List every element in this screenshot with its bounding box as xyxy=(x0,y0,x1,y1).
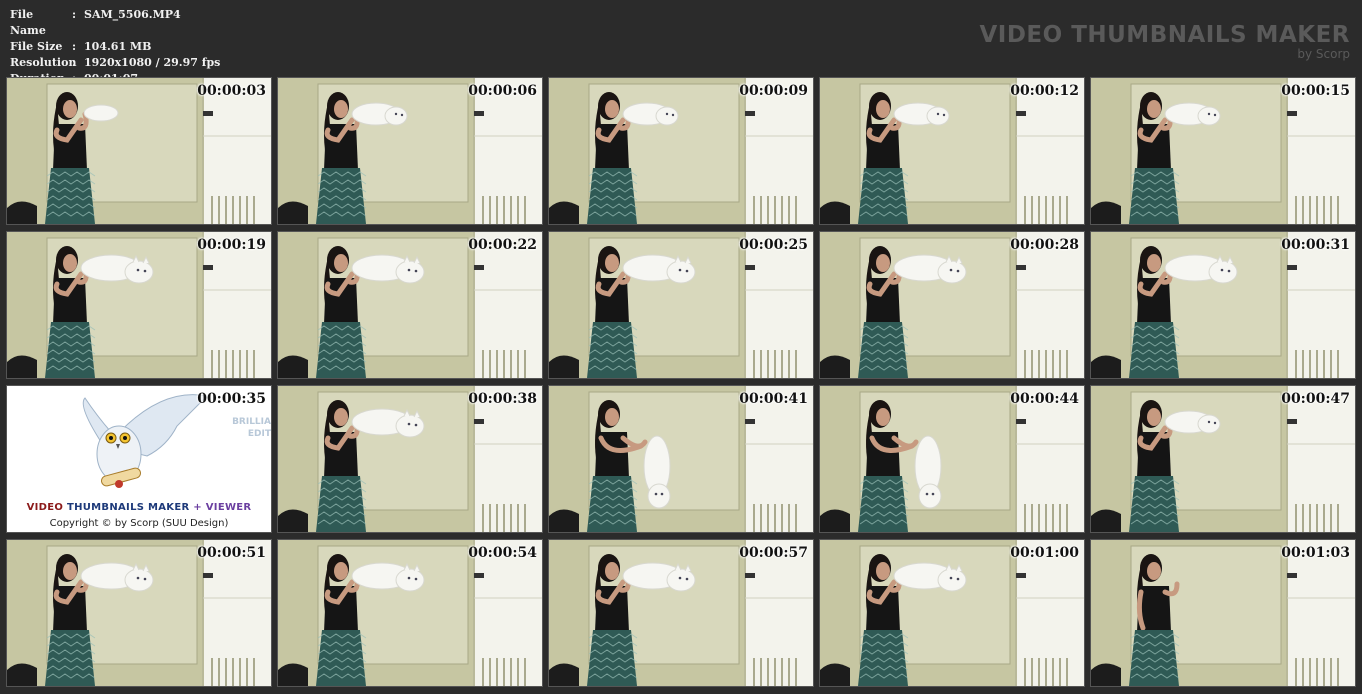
video-frame xyxy=(7,540,271,686)
timestamp: 00:01:03 xyxy=(1281,545,1350,561)
timestamp: 00:00:12 xyxy=(1010,83,1079,99)
brand-watermark: VIDEO THUMBNAILS MAKER by Scorp xyxy=(979,22,1350,60)
logo-side-line-1: BRILLIA xyxy=(232,417,271,427)
thumbnail-9[interactable]: 00:00:28 xyxy=(819,231,1085,379)
timestamp: 00:00:47 xyxy=(1281,391,1350,407)
timestamp: 00:00:15 xyxy=(1281,83,1350,99)
thumbnail-8[interactable]: 00:00:25 xyxy=(548,231,814,379)
thumbnail-1[interactable]: 00:00:03 xyxy=(6,77,272,225)
video-frame xyxy=(549,232,813,378)
timestamp: 00:00:06 xyxy=(468,83,537,99)
thumbnail-17[interactable]: 00:00:54 xyxy=(277,539,543,687)
timestamp: 00:00:22 xyxy=(468,237,537,253)
video-frame xyxy=(820,78,1084,224)
logo-title-part-2: THUMBNAILS MAKER xyxy=(66,502,190,513)
thumbnail-grid: 00:00:03 00:00:06 00:00:09 00:00:12 00:00:15… xyxy=(6,77,1356,687)
thumbnail-12[interactable]: 00:00:38 xyxy=(277,385,543,533)
resolution-key: Resolution xyxy=(10,56,77,69)
timestamp: 00:00:09 xyxy=(739,83,808,99)
video-frame xyxy=(7,232,271,378)
timestamp: 00:00:03 xyxy=(197,83,266,99)
video-frame xyxy=(549,78,813,224)
timestamp: 00:00:38 xyxy=(468,391,537,407)
logo-title-part-1: VIDEO xyxy=(26,502,64,513)
file-size-value: 104.61 MB xyxy=(84,40,152,53)
video-frame xyxy=(820,540,1084,686)
thumbnail-20[interactable]: 00:01:03 xyxy=(1090,539,1356,687)
file-size-key: File Size xyxy=(10,40,63,53)
timestamp: 00:00:35 xyxy=(197,391,266,407)
logo-title-part-3: + VIEWER xyxy=(193,502,252,513)
file-name-row: File Name : SAM_5506.MP4 xyxy=(10,7,220,39)
thumbnail-5[interactable]: 00:00:15 xyxy=(1090,77,1356,225)
thumbnail-15[interactable]: 00:00:47 xyxy=(1090,385,1356,533)
thumbnail-11[interactable]: BRILLIA EDIT VIDEO THUMBNAILS MAKER + VIEW… xyxy=(6,385,272,533)
resolution-value: 1920x1080 / 29.97 fps xyxy=(84,56,221,69)
timestamp: 00:00:19 xyxy=(197,237,266,253)
thumbnail-14[interactable]: 00:00:44 xyxy=(819,385,1085,533)
timestamp: 00:00:57 xyxy=(739,545,808,561)
separator: : xyxy=(72,8,77,21)
video-frame xyxy=(549,386,813,532)
file-name-key: File Name xyxy=(10,8,46,37)
brand-subtitle: by Scorp xyxy=(1297,47,1350,61)
separator: : xyxy=(72,56,77,69)
file-name-value: SAM_5506.MP4 xyxy=(84,8,181,21)
thumbnail-6[interactable]: 00:00:19 xyxy=(6,231,272,379)
balloon xyxy=(643,435,671,509)
balloon xyxy=(83,104,119,122)
timestamp: 00:00:25 xyxy=(739,237,808,253)
timestamp: 00:00:41 xyxy=(739,391,808,407)
balloon xyxy=(914,435,942,509)
timestamp: 00:00:54 xyxy=(468,545,537,561)
logo-copyright: Copyright © by Scorp (SUU Design) xyxy=(49,518,229,529)
brand-title: VIDEO THUMBNAILS MAKER xyxy=(979,22,1350,48)
video-frame xyxy=(1091,232,1355,378)
video-frame xyxy=(1091,78,1355,224)
video-frame xyxy=(820,386,1084,532)
thumbnail-16[interactable]: 00:00:51 xyxy=(6,539,272,687)
timestamp: 00:00:51 xyxy=(197,545,266,561)
thumbnail-2[interactable]: 00:00:06 xyxy=(277,77,543,225)
thumbnail-13[interactable]: 00:00:41 xyxy=(548,385,814,533)
timestamp: 00:00:44 xyxy=(1010,391,1079,407)
thumbnail-10[interactable]: 00:00:31 xyxy=(1090,231,1356,379)
video-frame xyxy=(549,540,813,686)
video-frame xyxy=(1091,540,1355,686)
resolution-row: Resolution : 1920x1080 / 29.97 fps xyxy=(10,55,220,71)
timestamp: 00:00:28 xyxy=(1010,237,1079,253)
file-size-row: File Size : 104.61 MB xyxy=(10,39,220,55)
video-frame xyxy=(1091,386,1355,532)
video-frame xyxy=(7,78,271,224)
thumbnail-3[interactable]: 00:00:09 xyxy=(548,77,814,225)
timestamp: 00:00:31 xyxy=(1281,237,1350,253)
video-frame xyxy=(278,78,542,224)
video-frame xyxy=(278,232,542,378)
video-frame xyxy=(820,232,1084,378)
thumbnail-4[interactable]: 00:00:12 xyxy=(819,77,1085,225)
file-info: File Name : SAM_5506.MP4 File Size : 104… xyxy=(10,7,220,87)
thumbnail-19[interactable]: 00:01:00 xyxy=(819,539,1085,687)
video-frame xyxy=(278,386,542,532)
video-frame xyxy=(278,540,542,686)
logo-side-line-2: EDIT xyxy=(247,429,271,439)
logo-side-text: BRILLIA EDIT xyxy=(232,416,271,440)
timestamp: 00:01:00 xyxy=(1010,545,1079,561)
thumbnail-7[interactable]: 00:00:22 xyxy=(277,231,543,379)
separator: : xyxy=(72,40,77,53)
thumbnail-18[interactable]: 00:00:57 xyxy=(548,539,814,687)
logo-title: VIDEO THUMBNAILS MAKER + VIEWER xyxy=(7,502,271,513)
